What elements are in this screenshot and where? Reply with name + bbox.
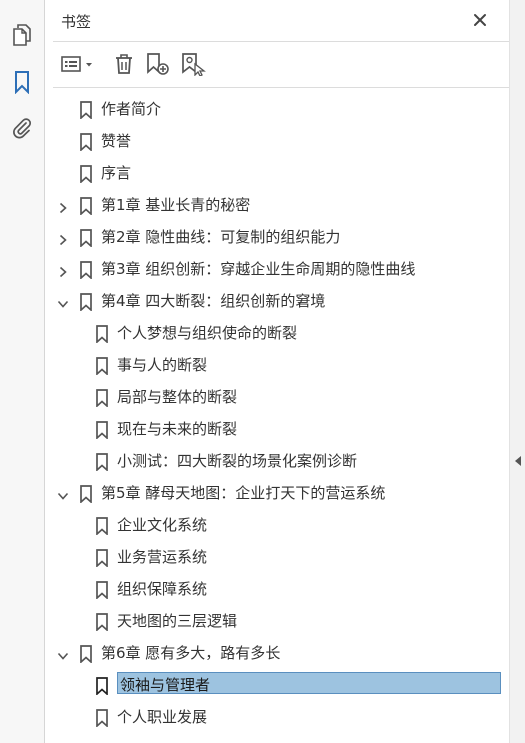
bookmark-item[interactable]: 企业文化系统 (45, 510, 509, 540)
bookmark-icon (95, 325, 109, 344)
chevron-right-icon[interactable] (57, 231, 69, 246)
chevron-right-icon[interactable] (57, 199, 69, 214)
bookmark-item[interactable]: 第2章 隐性曲线：可复制的组织能力 (45, 222, 509, 252)
bookmark-icon (95, 549, 109, 568)
bookmark-icon (79, 133, 93, 152)
bookmark-label: 事与人的断裂 (117, 356, 208, 374)
bookmark-icon (79, 261, 93, 280)
bookmark-icon (95, 453, 109, 472)
bookmark-item[interactable]: 赞誉 (45, 126, 509, 156)
bookmark-item[interactable]: 局部与整体的断裂 (45, 382, 509, 412)
expand-pane-icon[interactable] (514, 452, 522, 471)
bookmark-icon (95, 581, 109, 600)
bookmark-label: 小测试：四大断裂的场景化案例诊断 (117, 452, 358, 470)
bookmark-item[interactable]: 第3章 组织创新：穿越企业生命周期的隐性曲线 (45, 254, 509, 284)
delete-icon[interactable] (111, 51, 137, 77)
attachment-icon[interactable] (8, 114, 36, 142)
bookmark-icon (95, 613, 109, 632)
bookmark-icon (79, 485, 93, 504)
bookmark-icon (95, 709, 109, 728)
pages-icon[interactable] (8, 21, 36, 49)
bookmark-icon (95, 357, 109, 376)
bookmark-icon (79, 165, 93, 184)
bookmark-icon (79, 229, 93, 248)
bookmark-label: 个人职业发展 (117, 708, 208, 726)
bookmark-icon (95, 389, 109, 408)
chevron-down-icon[interactable] (57, 487, 69, 500)
bookmark-label: 第1章 基业长青的秘密 (101, 196, 251, 214)
chevron-right-icon[interactable] (57, 263, 69, 278)
bookmark-label: 第5章 酵母天地图：企业打天下的营运系统 (101, 484, 386, 502)
divider (53, 87, 509, 88)
bookmark-label: 作者简介 (101, 100, 162, 118)
new-bookmark-icon[interactable] (144, 51, 172, 77)
bookmark-icon (95, 421, 109, 440)
bookmark-item[interactable]: 第1章 基业长青的秘密 (45, 190, 509, 220)
bookmark-item[interactable]: 第6章 愿有多大，路有多长 (45, 638, 509, 668)
bookmark-label: 组织保障系统 (117, 580, 208, 598)
bookmark-label: 第4章 四大断裂：组织创新的窘境 (101, 292, 326, 310)
bookmark-item[interactable]: 现在与未来的断裂 (45, 414, 509, 444)
bookmark-item[interactable]: 业务营运系统 (45, 542, 509, 572)
bookmark-item[interactable]: 天地图的三层逻辑 (45, 606, 509, 636)
bookmark-label: 现在与未来的断裂 (117, 420, 238, 438)
panel-title: 书签 (61, 13, 92, 31)
bookmark-item[interactable]: 事与人的断裂 (45, 350, 509, 380)
bookmark-label: 企业文化系统 (117, 516, 208, 534)
bookmark-item[interactable]: 第4章 四大断裂：组织创新的窘境 (45, 286, 509, 316)
bookmark-label: 局部与整体的断裂 (117, 388, 238, 406)
bookmarks-panel: 书签 作者简介 赞誉 序言 第1章 基业长青的秘密 第2章 隐性曲线：可复制的组… (45, 0, 509, 743)
bookmark-icon[interactable] (8, 68, 36, 96)
bookmark-item[interactable]: 作者简介 (45, 94, 509, 124)
bookmark-icon (79, 101, 93, 120)
bookmark-label: 业务营运系统 (117, 548, 208, 566)
bookmark-label: 赞誉 (101, 132, 132, 150)
bookmark-icon (79, 645, 93, 664)
bookmark-label: 天地图的三层逻辑 (117, 612, 238, 630)
chevron-down-icon[interactable] (57, 295, 69, 308)
bookmark-label: 领袖与管理者 (117, 672, 501, 694)
bookmark-icon (79, 197, 93, 216)
bookmark-item[interactable]: 个人职业发展 (45, 702, 509, 732)
bookmark-icon (79, 293, 93, 312)
right-pane-edge (509, 0, 525, 743)
bookmark-icon (95, 517, 109, 536)
navigation-rail (0, 0, 45, 743)
close-icon[interactable] (469, 9, 491, 31)
chevron-down-icon[interactable] (57, 647, 69, 660)
bookmark-from-structure-icon[interactable] (179, 51, 207, 77)
bookmark-label: 序言 (101, 164, 132, 182)
bookmark-item[interactable]: 领袖与管理者 (45, 670, 509, 700)
bookmark-label: 第6章 愿有多大，路有多长 (101, 644, 281, 662)
options-menu-button[interactable] (59, 51, 97, 77)
bookmark-item[interactable]: 小测试：四大断裂的场景化案例诊断 (45, 446, 509, 476)
bookmark-item[interactable]: 组织保障系统 (45, 574, 509, 604)
bookmark-label: 第2章 隐性曲线：可复制的组织能力 (101, 228, 341, 246)
bookmark-icon (95, 677, 109, 696)
bookmark-item[interactable]: 序言 (45, 158, 509, 188)
bookmark-item[interactable]: 个人梦想与组织使命的断裂 (45, 318, 509, 348)
bookmark-label: 个人梦想与组织使命的断裂 (117, 324, 298, 342)
divider (53, 41, 509, 42)
bookmark-item[interactable]: 第5章 酵母天地图：企业打天下的营运系统 (45, 478, 509, 508)
bookmark-label: 第3章 组织创新：穿越企业生命周期的隐性曲线 (101, 260, 416, 278)
